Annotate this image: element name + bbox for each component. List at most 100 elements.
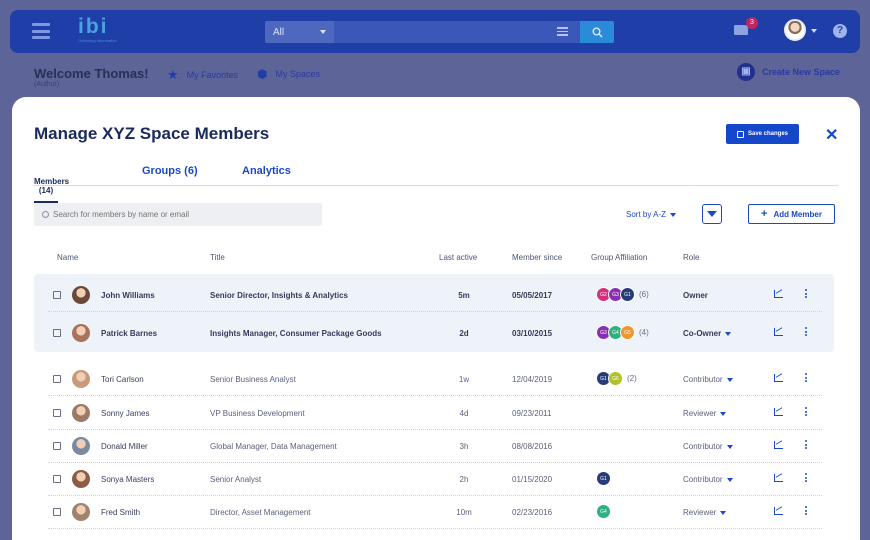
member-last-active: 2h [459, 475, 469, 484]
role-label: Contributor [683, 475, 723, 484]
group-count[interactable]: (6) [639, 290, 649, 299]
more-options-icon[interactable] [805, 440, 807, 451]
analytics-chart-icon[interactable] [774, 290, 783, 298]
chevron-down-icon[interactable] [811, 29, 817, 33]
help-icon[interactable]: ? [833, 24, 847, 38]
table-row[interactable]: Sonny James VP Business Development 4d 09/2… [48, 397, 822, 430]
group-badges: G2 G3 G1 (6) [596, 287, 649, 302]
user-avatar[interactable] [784, 19, 806, 41]
manage-members-modal: Manage XYZ Space Members Save changes ✕ … [12, 97, 860, 540]
member-since: 02/23/2016 [512, 508, 553, 517]
more-options-icon[interactable] [805, 327, 807, 338]
spaces-icon: ⬢ [257, 67, 268, 81]
member-since: 01/15/2020 [512, 475, 553, 484]
analytics-chart-icon[interactable] [774, 374, 783, 382]
chevron-down-icon [725, 331, 732, 336]
role-label: Contributor [683, 442, 723, 451]
role-label: Contributor [683, 375, 723, 384]
table-row[interactable]: Tori Carlson Senior Business Analyst 1w 12/… [48, 363, 822, 396]
table-row[interactable]: Fred Smith Director, Asset Management 10m 0… [48, 496, 822, 529]
create-new-space-button[interactable]: ▣ Create New Space [737, 63, 840, 81]
role-dropdown[interactable]: Reviewer [683, 409, 727, 418]
more-options-icon[interactable] [805, 506, 807, 517]
logo-text: ibi [78, 15, 109, 38]
row-checkbox[interactable] [53, 409, 61, 417]
role-dropdown[interactable]: Contributor [683, 475, 733, 484]
global-search-input[interactable] [334, 21, 580, 43]
search-button[interactable] [580, 21, 614, 43]
row-checkbox[interactable] [53, 442, 61, 450]
table-row[interactable]: Sonya Masters Senior Analyst 2h 01/15/2020 G… [48, 463, 822, 496]
column-header-role[interactable]: Role [683, 253, 699, 262]
chevron-down-icon [726, 377, 733, 382]
my-spaces-link[interactable]: ⬢ My Spaces [257, 67, 320, 81]
group-badge[interactable]: G5 [620, 325, 635, 340]
group-badge[interactable]: G1 [596, 471, 611, 486]
group-count[interactable]: (2) [627, 374, 637, 383]
filter-button[interactable] [702, 204, 722, 224]
member-title: Senior Director, Insights & Analytics [210, 291, 348, 300]
row-checkbox[interactable] [53, 375, 61, 383]
role-dropdown[interactable]: Contributor [683, 442, 733, 451]
funnel-icon [707, 211, 717, 217]
role-dropdown[interactable]: Contributor [683, 375, 733, 384]
role-dropdown[interactable]: Co-Owner [683, 329, 732, 338]
filter-options-icon[interactable] [557, 27, 568, 38]
save-changes-button[interactable]: Save changes [726, 124, 799, 144]
row-checkbox[interactable] [53, 291, 61, 299]
search-scope-dropdown[interactable]: All [265, 21, 334, 43]
mail-icon[interactable] [734, 25, 748, 35]
logo-subtext: Unlocking Information [78, 38, 117, 43]
role-label: Co-Owner [683, 329, 722, 338]
more-options-icon[interactable] [805, 407, 807, 418]
tab-analytics[interactable]: Analytics [242, 165, 291, 183]
member-title: Global Manager, Data Management [210, 442, 337, 451]
global-search: All [265, 21, 614, 43]
row-checkbox[interactable] [53, 508, 61, 516]
close-icon[interactable]: ✕ [825, 125, 838, 145]
hamburger-menu-icon[interactable] [32, 23, 50, 39]
member-title: Insights Manager, Consumer Package Goods [210, 329, 382, 338]
role-label: Owner [683, 291, 708, 300]
role-label: Reviewer [683, 508, 717, 517]
more-options-icon[interactable] [805, 473, 807, 484]
more-options-icon[interactable] [805, 373, 807, 384]
analytics-chart-icon[interactable] [774, 441, 783, 449]
avatar [72, 404, 90, 422]
column-header-name[interactable]: Name [57, 253, 78, 262]
group-badge[interactable]: G1 [620, 287, 635, 302]
group-badge[interactable]: G4 [596, 504, 611, 519]
member-since: 12/04/2019 [512, 375, 553, 384]
table-row[interactable]: Patrick Barnes Insights Manager, Consumer… [48, 317, 822, 350]
table-row[interactable]: Donald Miller Global Manager, Data Manage… [48, 430, 822, 463]
analytics-chart-icon[interactable] [774, 474, 783, 482]
column-header-last-active[interactable]: Last active [439, 253, 477, 262]
sort-dropdown[interactable]: Sort by A-Z [626, 210, 677, 219]
more-options-icon[interactable] [805, 289, 807, 300]
group-count[interactable]: (4) [639, 328, 649, 337]
row-checkbox[interactable] [53, 475, 61, 483]
add-member-button[interactable]: + Add Member [748, 204, 835, 224]
member-search-input[interactable] [53, 210, 313, 219]
my-favorites-link[interactable]: ★ My Favorites [167, 67, 238, 83]
row-checkbox[interactable] [53, 329, 61, 337]
member-name: Sonya Masters [101, 475, 155, 484]
avatar [72, 324, 90, 342]
chevron-down-icon [670, 212, 677, 217]
tab-members[interactable]: Members (14) [34, 177, 69, 203]
member-name: Tori Carlson [101, 375, 144, 384]
column-header-title[interactable]: Title [210, 253, 225, 262]
avatar [72, 437, 90, 455]
role-dropdown[interactable]: Reviewer [683, 508, 727, 517]
column-header-member-since[interactable]: Member since [512, 253, 562, 262]
group-badge[interactable]: G6 [608, 371, 623, 386]
member-since: 09/23/2011 [512, 409, 552, 418]
table-row[interactable]: John Williams Senior Director, Insights &… [48, 279, 822, 312]
analytics-chart-icon[interactable] [774, 408, 783, 416]
tab-groups[interactable]: Groups (6) [142, 165, 198, 183]
analytics-chart-icon[interactable] [774, 507, 783, 515]
analytics-chart-icon[interactable] [774, 328, 783, 336]
favorites-label: My Favorites [186, 70, 239, 80]
column-header-group-affiliation[interactable]: Group Affiliation [591, 253, 647, 262]
logo[interactable]: ibi Unlocking Information [78, 16, 130, 46]
